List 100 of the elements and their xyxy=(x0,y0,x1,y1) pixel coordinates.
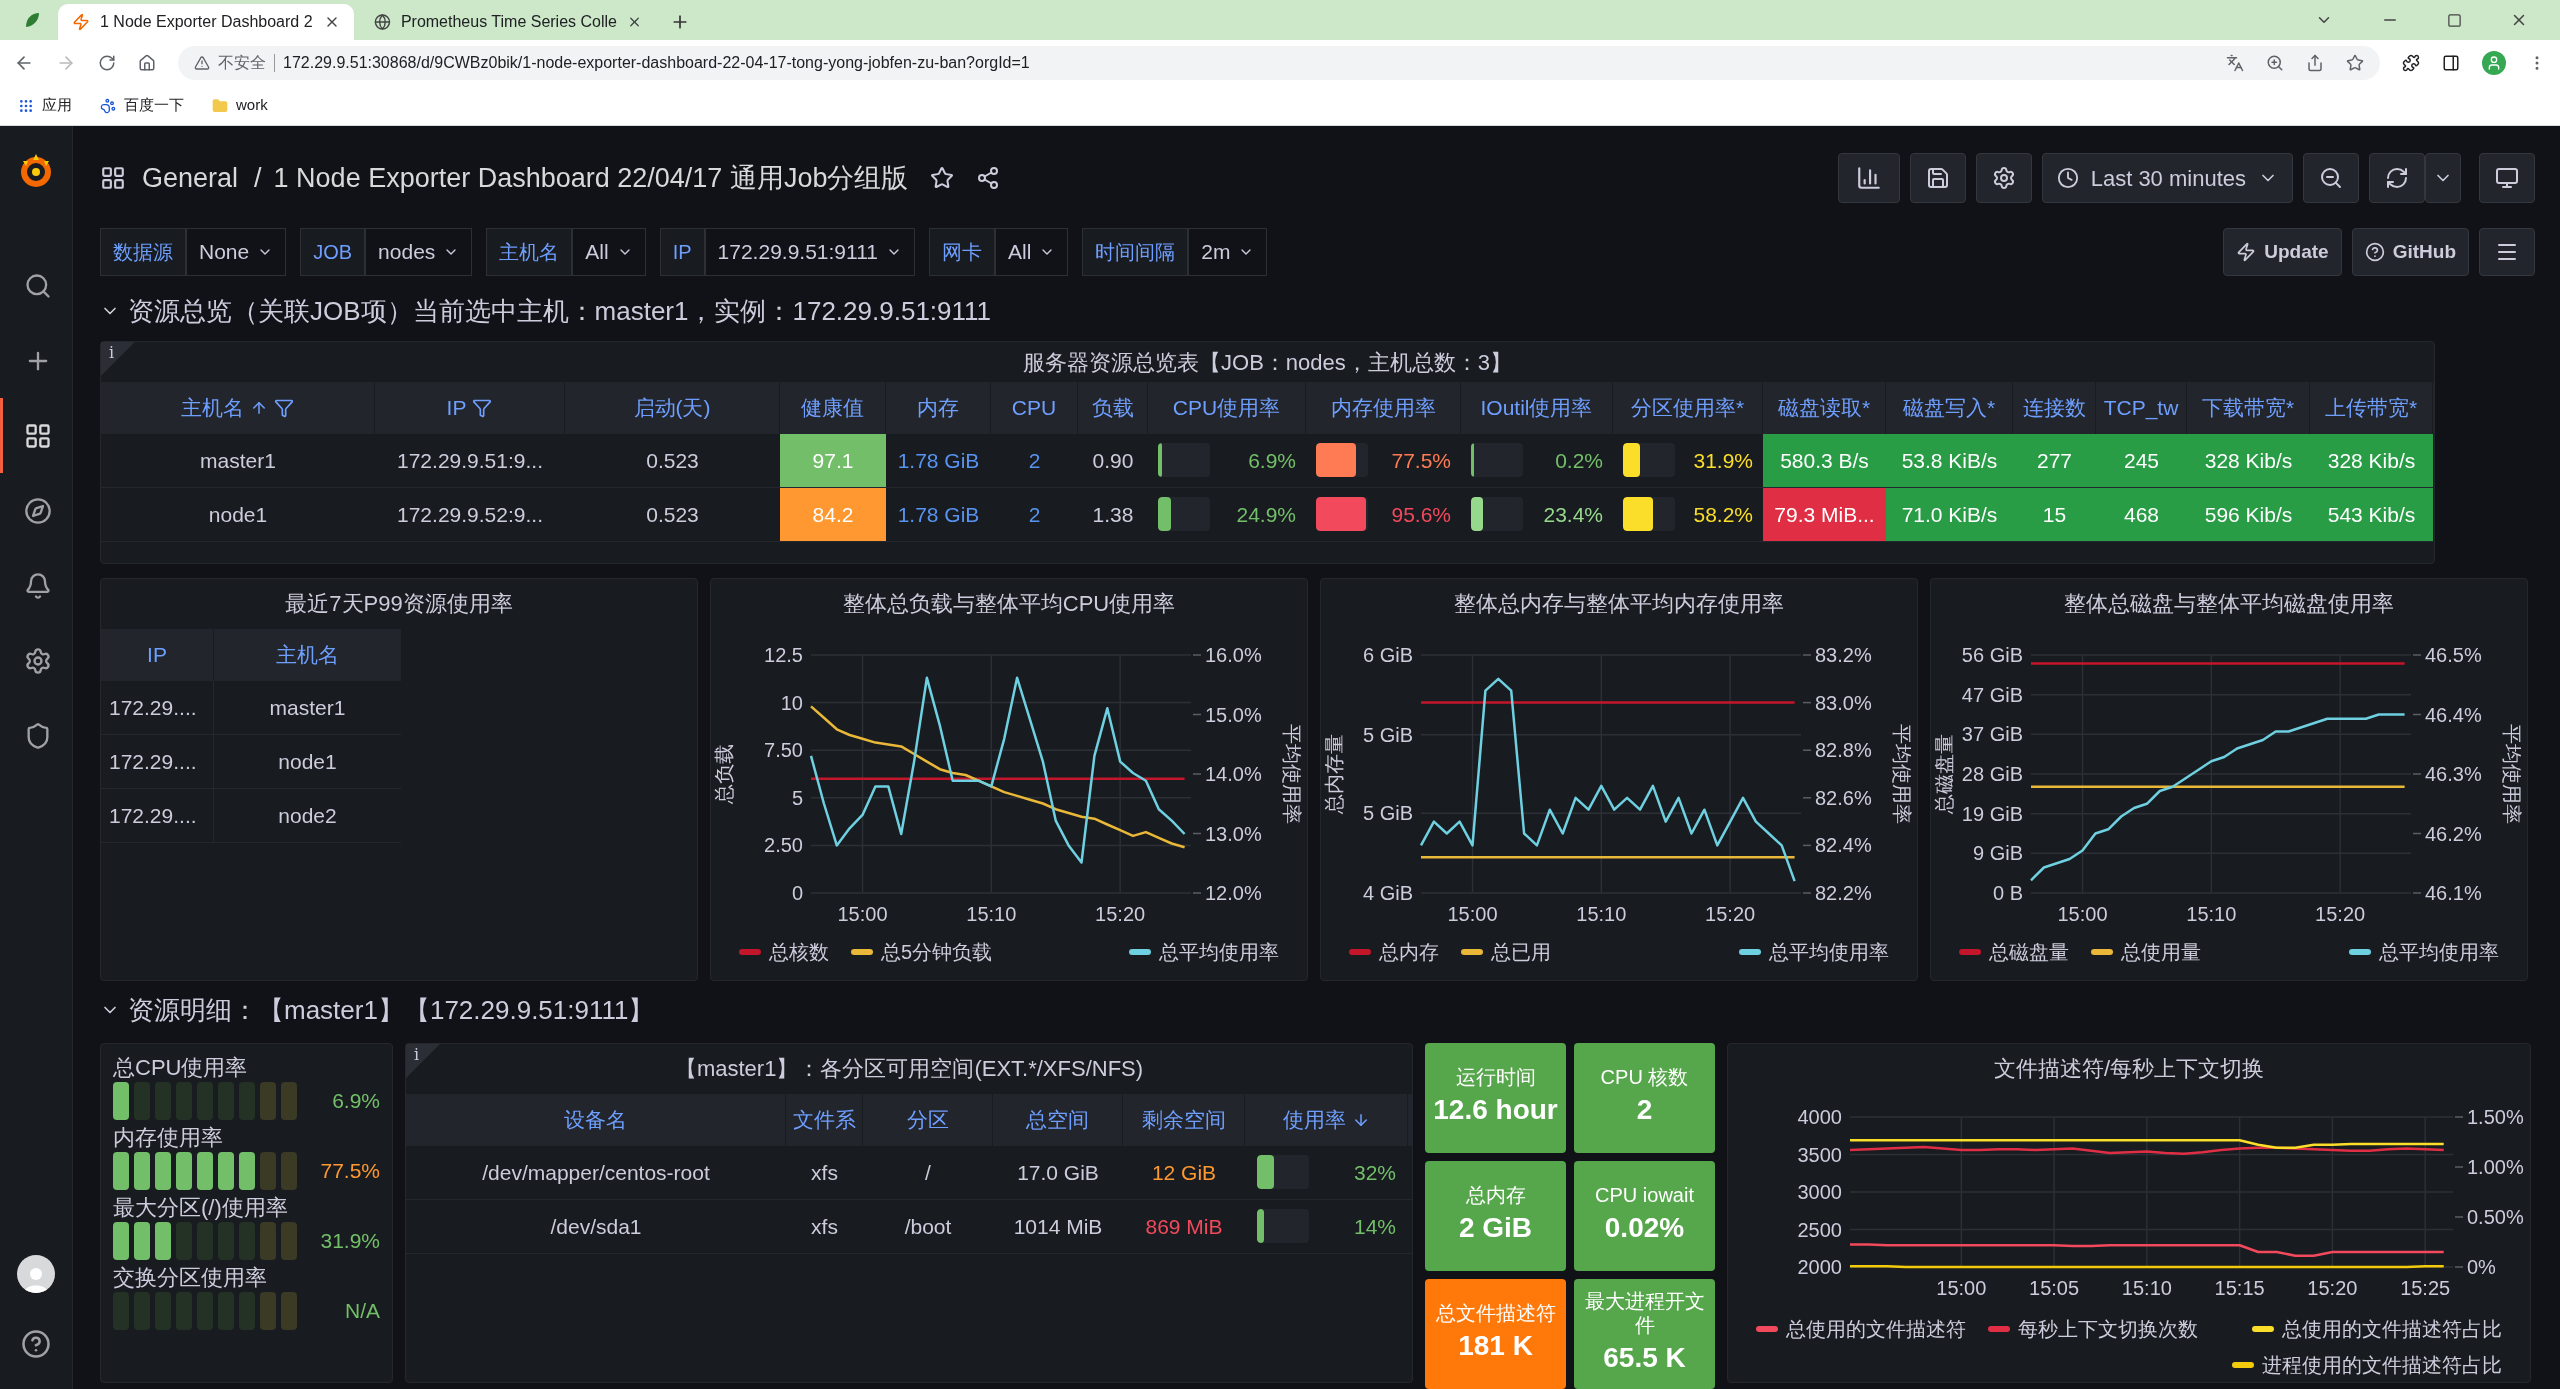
column-header[interactable]: 设备名 xyxy=(564,1104,627,1136)
dashboard-title[interactable]: 1 Node Exporter Dashboard 22/04/17 通用Job分组版 xyxy=(273,157,909,199)
axis-tick-label: 4000 xyxy=(1797,1106,1842,1128)
axis-tick-label: 0% xyxy=(2467,1256,2496,1278)
row-title[interactable]: 资源明细：【master1】【172.29.9.51:9111】 xyxy=(128,990,655,1030)
stat-value: 12.6 hour xyxy=(1433,1093,1558,1127)
column-header[interactable]: 内存 xyxy=(917,392,959,424)
variable-dropdown[interactable]: 2m xyxy=(1188,228,1268,276)
variable-dropdown[interactable]: All xyxy=(994,228,1069,276)
star-icon[interactable] xyxy=(2346,54,2364,72)
legend-label[interactable]: 总使用量 xyxy=(2121,936,2201,967)
legend-label[interactable]: 每秒上下文切换次数 xyxy=(2018,1314,2198,1344)
table-cell: 468 xyxy=(2096,487,2187,541)
info-corner[interactable]: i xyxy=(406,1044,440,1078)
zoom-icon[interactable] xyxy=(2266,54,2284,72)
bookmark-link[interactable]: 百度一下 xyxy=(124,94,184,117)
legend-label[interactable]: 总使用的文件描述符占比 xyxy=(2282,1314,2502,1344)
extensions-icon[interactable] xyxy=(2402,54,2420,72)
table-cell-text: 1.78 GiB xyxy=(896,447,981,474)
column-header[interactable]: 剩余空间 xyxy=(1141,1104,1226,1136)
column-header[interactable]: 负载 xyxy=(1091,392,1134,424)
variable-dropdown[interactable]: nodes xyxy=(365,228,473,276)
column-header[interactable]: CPU使用率 xyxy=(1172,392,1281,424)
apps-icon[interactable] xyxy=(18,97,34,114)
tv-mode-button[interactable] xyxy=(2479,153,2535,203)
profile-avatar[interactable] xyxy=(2482,51,2506,75)
help-icon[interactable] xyxy=(21,1329,51,1359)
column-header[interactable]: TCP_tw xyxy=(2103,392,2179,424)
legend-label[interactable]: 总平均使用率 xyxy=(1769,936,1889,967)
settings-button[interactable] xyxy=(1975,153,2032,203)
dashboard-link[interactable]: GitHub xyxy=(2351,228,2469,276)
variable-dropdown[interactable]: None xyxy=(186,228,287,276)
reload-icon[interactable] xyxy=(98,54,116,72)
column-header[interactable]: 启动(天) xyxy=(633,392,711,424)
axis-tick-label: 47 GiB xyxy=(1961,683,2023,706)
column-header[interactable]: IP xyxy=(446,392,467,424)
column-header[interactable]: 主机名 xyxy=(181,392,244,424)
info-corner[interactable]: i xyxy=(101,341,135,376)
lightning-icon xyxy=(2236,242,2257,262)
legend-label[interactable]: 总5分钟负载 xyxy=(881,936,993,967)
folder-link[interactable]: General xyxy=(142,157,239,199)
column-header[interactable]: 上传带宽* xyxy=(2324,392,2418,424)
filter-icon[interactable] xyxy=(274,397,294,418)
column-header[interactable]: 下载带宽* xyxy=(2201,392,2295,424)
bookmark-link[interactable]: 应用 xyxy=(42,94,72,117)
legend-label[interactable]: 总使用的文件描述符 xyxy=(1786,1314,1966,1344)
variable-dropdown[interactable]: All xyxy=(572,228,646,276)
column-header[interactable]: IOutil使用率 xyxy=(1480,392,1593,424)
restore-icon[interactable] xyxy=(2447,12,2462,28)
legend-label[interactable]: 进程使用的文件描述符占比 xyxy=(2262,1350,2502,1380)
column-header[interactable]: IP xyxy=(147,639,167,671)
axis-tick-label: 4 GiB xyxy=(1362,881,1413,904)
table-cell: 71.0 KiB/s xyxy=(1886,487,2013,541)
column-header[interactable]: 连接数 xyxy=(2022,392,2086,424)
column-header[interactable]: 使用率 xyxy=(1282,1104,1346,1136)
table-cell: 172.29.... xyxy=(101,734,214,788)
row-title[interactable]: 资源总览（关联JOB项）当前选中主机：master1，实例：172.29.9.51:9111 xyxy=(128,291,992,331)
translate-icon[interactable] xyxy=(2226,54,2244,72)
legend-label[interactable]: 总磁盘量 xyxy=(1989,936,2069,967)
column-header[interactable]: CPU xyxy=(1011,392,1057,424)
column-header[interactable]: 分区 xyxy=(906,1104,949,1136)
refresh-button[interactable] xyxy=(2369,153,2425,203)
browser-tab[interactable]: 1 Node Exporter Dashboard 2 xyxy=(58,4,354,40)
variable-dropdown[interactable]: 172.29.9.51:9111 xyxy=(704,228,915,276)
legend-label[interactable]: 总核数 xyxy=(769,936,829,967)
column-header[interactable]: 总空间 xyxy=(1026,1104,1089,1136)
add-panel-button[interactable] xyxy=(1837,153,1900,203)
column-header[interactable]: 内存使用率 xyxy=(1330,392,1436,424)
bookmark-link[interactable]: work xyxy=(236,94,268,117)
column-header[interactable]: 主机名 xyxy=(276,639,339,671)
time-picker[interactable]: Last 30 minutes xyxy=(2041,153,2293,203)
zoom-out-button[interactable] xyxy=(2303,153,2359,203)
home-icon[interactable] xyxy=(138,54,156,72)
gauge-label: 交换分区使用率 xyxy=(113,1264,268,1292)
address-bar[interactable]: 不安全 172.29.9.51:30868/d/9CWBz0bik/1-node-exporter-dashboard-22-04-17-tong-yong-jobfen-zu-ban?orgId=1 xyxy=(178,46,2380,80)
legend-label[interactable]: 总内存 xyxy=(1379,936,1439,967)
dashboard-link[interactable]: Update xyxy=(2223,228,2342,276)
share-icon[interactable] xyxy=(976,166,1001,190)
share-icon[interactable] xyxy=(2306,54,2324,72)
menu-button[interactable] xyxy=(2479,228,2535,276)
axis-tick-label: 1.50% xyxy=(2467,1106,2524,1128)
paw-icon[interactable] xyxy=(100,97,116,114)
axis-tick-label: 15:10 xyxy=(1576,902,1627,925)
column-header[interactable]: 磁盘读取* xyxy=(1777,392,1871,424)
legend-label[interactable]: 总平均使用率 xyxy=(1159,936,1279,967)
column-header[interactable]: 健康值 xyxy=(801,392,864,424)
filter-icon[interactable] xyxy=(472,397,493,418)
user-avatar[interactable] xyxy=(17,1255,55,1293)
column-header[interactable]: 分区使用率* xyxy=(1630,392,1745,424)
axis-tick-label: 46.3% xyxy=(2425,762,2482,785)
legend-label[interactable]: 总平均使用率 xyxy=(2379,936,2499,967)
browser-tab[interactable]: Prometheus Time Series Colle xyxy=(360,4,656,40)
zoom-out-icon xyxy=(2319,166,2343,190)
save-button[interactable] xyxy=(1909,153,1966,203)
column-header[interactable]: 文件系 xyxy=(792,1104,856,1136)
column-header[interactable]: 磁盘写入* xyxy=(1902,392,1996,424)
side-panel-icon[interactable] xyxy=(2442,54,2460,72)
table-cell: 84.2 xyxy=(780,487,886,541)
legend-label[interactable]: 总已用 xyxy=(1491,936,1551,967)
panel-title: 整体总内存与整体平均内存使用率 xyxy=(1454,590,1784,619)
